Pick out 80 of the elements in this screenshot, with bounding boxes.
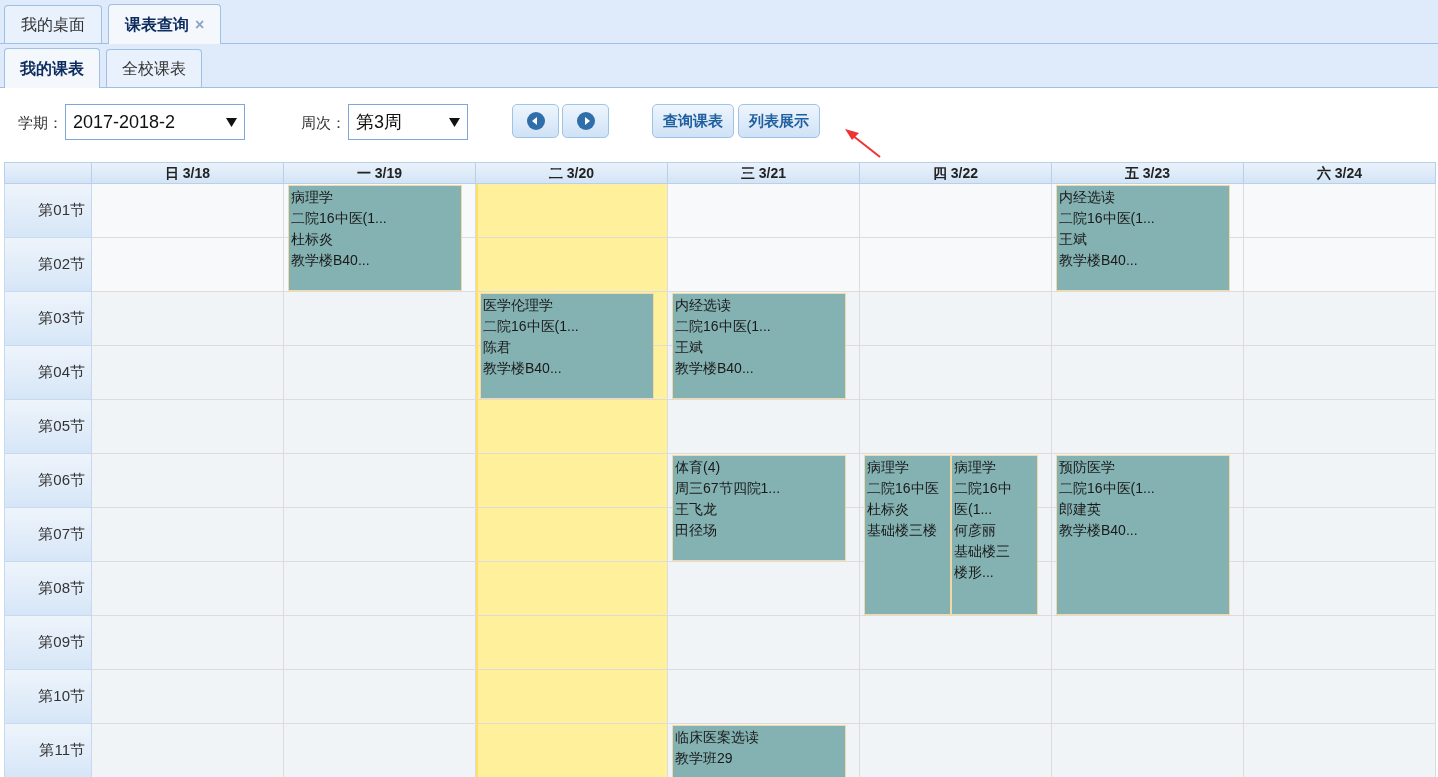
row-label: 第03节: [4, 292, 92, 346]
column-header: 六 3/24: [1244, 162, 1436, 184]
course-text: 临床医案选读: [675, 728, 759, 747]
row-label: 第06节: [4, 454, 92, 508]
course-text: 基础楼三楼: [867, 521, 937, 540]
course-text: 体育(4): [675, 458, 721, 477]
row-label: 第01节: [4, 184, 92, 238]
course-text: 基础楼三: [954, 542, 1010, 561]
previous-icon: [525, 111, 546, 131]
course-text: 楼形...: [954, 563, 994, 582]
course-block[interactable]: 内经选读 二院16中医(1... 王斌 教学楼B40...: [672, 293, 846, 399]
course-text: 教学楼B40...: [675, 359, 754, 378]
course-text: 王飞龙: [675, 500, 717, 519]
course-text: 病理学: [954, 458, 996, 477]
select-field[interactable]: 第3周: [348, 104, 468, 140]
course-text: 医(1...: [954, 500, 993, 519]
dropdown-icon: [449, 117, 460, 127]
course-text: 医学伦理学: [483, 296, 553, 315]
course-text: 杜标炎: [867, 500, 909, 519]
course-text: 二院16中医(1...: [1059, 479, 1155, 498]
next-button[interactable]: [562, 104, 609, 138]
course-block[interactable]: 内经选读 二院16中医(1... 王斌 教学楼B40...: [1056, 185, 1230, 291]
course-block[interactable]: 医学伦理学 二院16中医(1... 陈君 教学楼B40...: [480, 293, 654, 399]
annotation-arrow: [842, 126, 882, 159]
course-text: 田径场: [675, 521, 717, 540]
course-block[interactable]: 病理学 二院16中 医(1... 何彦丽 基础楼三 楼形...: [951, 455, 1038, 615]
action-button[interactable]: 列表展示: [738, 104, 820, 138]
action-button[interactable]: 查询课表: [652, 104, 734, 138]
row-label: 第11节: [4, 724, 92, 777]
next-icon: [575, 111, 596, 131]
row-label: 第07节: [4, 508, 92, 562]
column-header: 四 3/22: [860, 162, 1052, 184]
row-label: 第05节: [4, 400, 92, 454]
course-text: 内经选读: [675, 296, 731, 315]
course-text: 何彦丽: [954, 521, 996, 540]
field-label: 学期：: [18, 113, 63, 133]
course-block[interactable]: 临床医案选读 教学班29: [672, 725, 846, 777]
course-block[interactable]: 病理学 二院16中医(1... 杜标炎 教学楼B40...: [288, 185, 462, 291]
course-block[interactable]: 体育(4) 周三67节四院1... 王飞龙 田径场: [672, 455, 846, 561]
column-header: 一 3/19: [284, 162, 476, 184]
course-text: 周三67节四院1...: [675, 479, 781, 498]
course-text: 二院16中医(1...: [483, 317, 579, 336]
dropdown-icon: [226, 117, 237, 127]
tab[interactable]: 我的课表: [4, 48, 100, 88]
course-text: 教学楼B40...: [291, 251, 370, 270]
row-label: 第04节: [4, 346, 92, 400]
course-text: 二院16中医(1...: [291, 209, 387, 228]
course-text: 病理学: [291, 188, 333, 207]
column-header: 五 3/23: [1052, 162, 1244, 184]
row-label: 第09节: [4, 616, 92, 670]
course-text: 二院16中医(1...: [1059, 209, 1155, 228]
column-header: 二 3/20: [476, 162, 668, 184]
tab[interactable]: 全校课表: [106, 49, 202, 87]
course-text: 二院16中医(1...: [675, 317, 771, 336]
course-text: 杜标炎: [291, 230, 333, 249]
course-block[interactable]: 预防医学 二院16中医(1... 郎建英 教学楼B40...: [1056, 455, 1230, 615]
course-text: 教学楼B40...: [1059, 521, 1138, 540]
tab[interactable]: 我的桌面: [4, 5, 102, 43]
course-text: 二院16中医: [867, 479, 939, 498]
course-text: 预防医学: [1059, 458, 1115, 477]
course-text: 二院16中: [954, 479, 1012, 498]
tab[interactable]: 课表查询 ×: [108, 4, 222, 44]
row-label: 第10节: [4, 670, 92, 724]
row-label: 第08节: [4, 562, 92, 616]
column-header: 日 3/18: [92, 162, 284, 184]
previous-button[interactable]: [512, 104, 559, 138]
course-text: 郎建英: [1059, 500, 1101, 519]
course-text: 王斌: [675, 338, 703, 357]
course-text: 内经选读: [1059, 188, 1115, 207]
field-label: 周次：: [301, 113, 346, 133]
course-text: 教学班29: [675, 749, 733, 768]
course-text: 王斌: [1059, 230, 1087, 249]
column-header: 三 3/21: [668, 162, 860, 184]
course-block[interactable]: 病理学 二院16中医 杜标炎 基础楼三楼: [864, 455, 951, 615]
row-label: 第02节: [4, 238, 92, 292]
course-text: 教学楼B40...: [483, 359, 562, 378]
course-text: 教学楼B40...: [1059, 251, 1138, 270]
course-text: 陈君: [483, 338, 511, 357]
select-field[interactable]: 2017-2018-2: [65, 104, 245, 140]
course-text: 病理学: [867, 458, 909, 477]
